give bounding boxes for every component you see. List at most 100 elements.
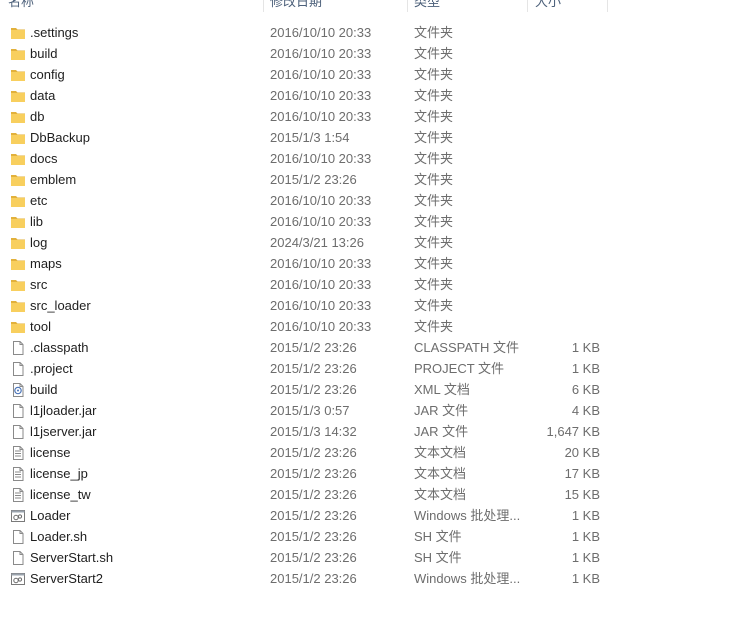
file-name: src_loader (30, 298, 91, 313)
file-name: etc (30, 193, 48, 208)
file-date: 2015/1/2 23:26 (270, 466, 357, 481)
file-row[interactable]: lib 2016/10/10 20:33 文件夹 (0, 211, 744, 232)
folder-icon (10, 214, 26, 230)
folder-icon (10, 277, 26, 293)
folder-icon (10, 319, 26, 335)
file-row[interactable]: db 2016/10/10 20:33 文件夹 (0, 106, 744, 127)
folder-icon (10, 109, 26, 125)
file-row[interactable]: build 2016/10/10 20:33 文件夹 (0, 43, 744, 64)
file-type: 文本文档 (414, 445, 467, 460)
column-type-header[interactable]: 类型 (414, 0, 440, 14)
file-size (520, 211, 600, 232)
file-date: 2016/10/10 20:33 (270, 151, 372, 166)
file-icon (10, 403, 26, 419)
file-size: 6 KB (571, 382, 600, 397)
file-date: 2015/1/2 23:26 (270, 571, 357, 586)
file-row[interactable]: .classpath 2015/1/2 23:26 CLASSPATH 文件 1 KB (0, 337, 744, 358)
column-size-header[interactable]: 大小 (535, 0, 561, 14)
file-type: 文件夹 (414, 256, 454, 271)
file-name: db (30, 109, 45, 124)
file-name: license (30, 445, 71, 460)
file-size: 1 KB (571, 529, 600, 544)
file-row[interactable]: ServerStart2 2015/1/2 23:26 Windows 批处理...… (0, 568, 744, 589)
file-type: 文件夹 (414, 109, 454, 124)
file-type: JAR 文件 (414, 424, 469, 439)
file-row[interactable]: etc 2016/10/10 20:33 文件夹 (0, 190, 744, 211)
column-name-header[interactable]: 名称 (8, 0, 34, 14)
file-row[interactable]: DbBackup 2015/1/3 1:54 文件夹 (0, 127, 744, 148)
file-row[interactable]: src_loader 2016/10/10 20:33 文件夹 (0, 295, 744, 316)
file-type: 文件夹 (414, 298, 454, 313)
file-row[interactable]: .project 2015/1/2 23:26 PROJECT 文件 1 KB (0, 358, 744, 379)
file-row[interactable]: tool 2016/10/10 20:33 文件夹 (0, 316, 744, 337)
file-name: lib (30, 214, 44, 229)
file-name: Loader.sh (30, 529, 88, 544)
file-name: l1jloader.jar (30, 403, 97, 418)
file-size (520, 43, 600, 64)
file-row[interactable]: docs 2016/10/10 20:33 文件夹 (0, 148, 744, 169)
batch-file-icon (10, 508, 26, 524)
file-size (520, 295, 600, 316)
file-row[interactable]: src 2016/10/10 20:33 文件夹 (0, 274, 744, 295)
column-divider[interactable] (607, 0, 608, 12)
file-size (520, 253, 600, 274)
column-divider[interactable] (263, 0, 264, 12)
column-date-header[interactable]: 修改日期 (270, 0, 322, 14)
file-size: 4 KB (571, 403, 600, 418)
file-row[interactable]: maps 2016/10/10 20:33 文件夹 (0, 253, 744, 274)
file-size: 1,647 KB (546, 424, 601, 439)
file-row[interactable]: l1jloader.jar 2015/1/3 0:57 JAR 文件 4 KB (0, 400, 744, 421)
folder-icon (10, 235, 26, 251)
batch-file-icon (10, 571, 26, 587)
file-row[interactable]: emblem 2015/1/2 23:26 文件夹 (0, 169, 744, 190)
file-type: 文件夹 (414, 88, 454, 103)
file-icon (10, 550, 26, 566)
file-name: .classpath (30, 340, 89, 355)
file-size: 20 KB (564, 445, 600, 460)
file-size (520, 127, 600, 148)
file-type: 文件夹 (414, 46, 454, 61)
file-row[interactable]: config 2016/10/10 20:33 文件夹 (0, 64, 744, 85)
file-date: 2015/1/2 23:26 (270, 550, 357, 565)
file-date: 2015/1/2 23:26 (270, 508, 357, 523)
file-row[interactable]: Loader 2015/1/2 23:26 Windows 批处理... 1 KB (0, 505, 744, 526)
file-name: .project (30, 361, 73, 376)
file-row[interactable]: license 2015/1/2 23:26 文本文档 20 KB (0, 442, 744, 463)
file-size (520, 169, 600, 190)
file-date: 2015/1/2 23:26 (270, 361, 357, 376)
file-row[interactable]: log 2024/3/21 13:26 文件夹 (0, 232, 744, 253)
file-date: 2016/10/10 20:33 (270, 298, 372, 313)
folder-icon (10, 88, 26, 104)
file-row[interactable]: .settings 2016/10/10 20:33 文件夹 (0, 22, 744, 43)
file-icon (10, 340, 26, 356)
file-date: 2016/10/10 20:33 (270, 193, 372, 208)
folder-icon (10, 25, 26, 41)
file-row[interactable]: build 2015/1/2 23:26 XML 文档 6 KB (0, 379, 744, 400)
file-type: 文本文档 (414, 466, 467, 481)
column-divider[interactable] (527, 0, 528, 12)
file-size: 1 KB (571, 361, 600, 376)
file-name: tool (30, 319, 51, 334)
column-divider[interactable] (407, 0, 408, 12)
file-size (520, 22, 600, 43)
file-row[interactable]: data 2016/10/10 20:33 文件夹 (0, 85, 744, 106)
file-row[interactable]: Loader.sh 2015/1/2 23:26 SH 文件 1 KB (0, 526, 744, 547)
folder-icon (10, 193, 26, 209)
file-size: 1 KB (571, 340, 600, 355)
file-row[interactable]: license_tw 2015/1/2 23:26 文本文档 15 KB (0, 484, 744, 505)
file-row[interactable]: license_jp 2015/1/2 23:26 文本文档 17 KB (0, 463, 744, 484)
file-row[interactable]: ServerStart.sh 2015/1/2 23:26 SH 文件 1 KB (0, 547, 744, 568)
file-name: l1jserver.jar (30, 424, 97, 439)
file-date: 2015/1/2 23:26 (270, 487, 357, 502)
file-size (520, 106, 600, 127)
file-row[interactable]: l1jserver.jar 2015/1/3 14:32 JAR 文件 1,647 K… (0, 421, 744, 442)
file-size (520, 316, 600, 337)
file-type: 文件夹 (414, 67, 454, 82)
file-date: 2015/1/2 23:26 (270, 382, 357, 397)
file-type: 文件夹 (414, 193, 454, 208)
file-type: PROJECT 文件 (414, 361, 505, 376)
file-date: 2015/1/3 14:32 (270, 424, 357, 439)
file-type: 文本文档 (414, 487, 467, 502)
file-type: 文件夹 (414, 130, 454, 145)
file-name: docs (30, 151, 58, 166)
